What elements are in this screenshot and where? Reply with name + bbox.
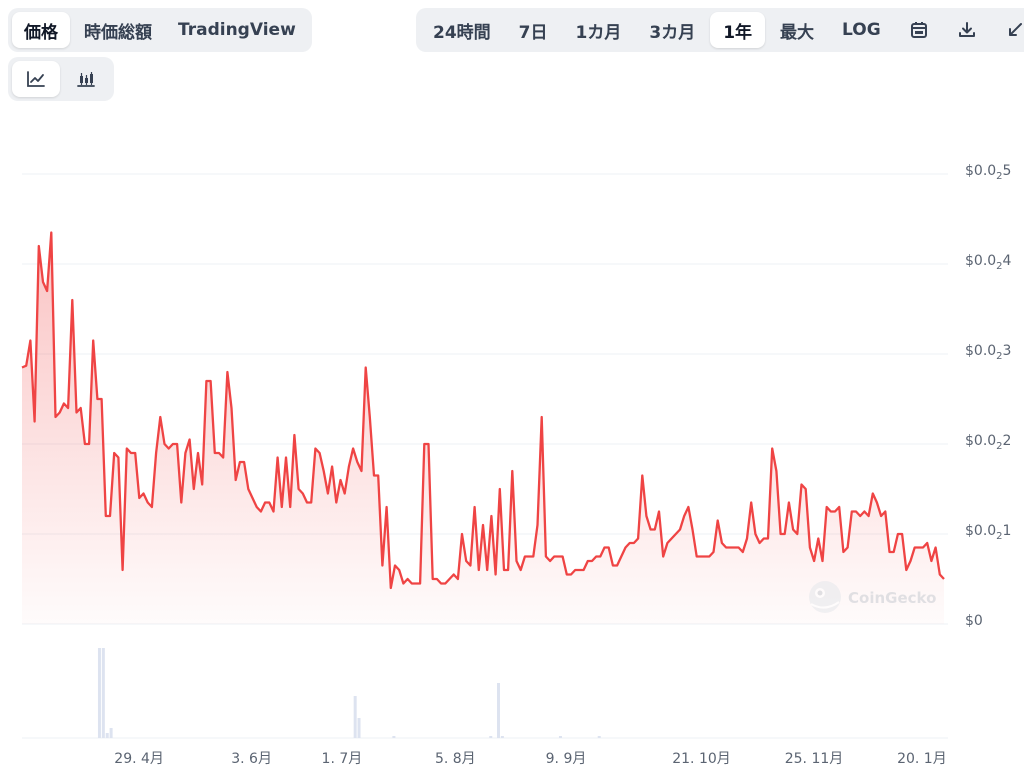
calendar-icon <box>910 22 927 38</box>
volume-bar <box>496 683 500 738</box>
calendar-button[interactable] <box>896 12 942 48</box>
time-range-tabs: 24時間 7日 1カ月 3カ月 1年 最大 LOG <box>416 8 1024 52</box>
x-axis-labels: 29. 4月 3. 6月 1. 7月 5. 8月 9. 9月 21. 10月 25. 11月… <box>114 751 947 767</box>
x-tick-label: 25. 11月 <box>785 751 844 767</box>
chart-tabs: 価格 時価総額 TradingView <box>8 8 312 52</box>
y-tick-label: $0.021 <box>965 523 1011 542</box>
line-chart-icon <box>27 71 45 87</box>
range-1m[interactable]: 1カ月 <box>563 12 635 48</box>
svg-text:CoinGecko: CoinGecko <box>848 589 936 607</box>
download-button[interactable] <box>944 12 990 48</box>
volume-bar <box>109 728 113 738</box>
range-24h[interactable]: 24時間 <box>420 12 504 48</box>
x-tick-label: 21. 10月 <box>672 751 731 767</box>
volume-bar <box>489 736 493 738</box>
x-tick-label: 5. 8月 <box>435 751 476 767</box>
volume-bar <box>500 736 504 738</box>
range-log[interactable]: LOG <box>829 12 894 48</box>
price-chart[interactable]: $0 $0.021 $0.022 $0.023 $0.024 $0.025 29. 4月 3… <box>0 0 1024 780</box>
volume-bar <box>357 718 361 738</box>
candlestick-button[interactable] <box>62 61 110 97</box>
x-tick-label: 29. 4月 <box>114 751 164 767</box>
chart-type-toggle <box>8 57 114 101</box>
y-tick-label: $0.023 <box>965 343 1011 362</box>
tab-market-cap[interactable]: 時価総額 <box>72 12 164 48</box>
volume-bar <box>597 736 601 738</box>
price-area <box>22 232 944 624</box>
y-tick-label: $0.022 <box>965 433 1011 452</box>
x-tick-label: 3. 6月 <box>231 751 272 767</box>
range-3m[interactable]: 3カ月 <box>636 12 708 48</box>
volume-bar <box>101 648 105 738</box>
volume-bar <box>97 648 101 738</box>
expand-button[interactable] <box>992 12 1024 48</box>
y-axis-labels: $0 $0.021 $0.022 $0.023 $0.024 $0.025 <box>965 163 1012 629</box>
price-line <box>21 231 945 590</box>
tab-price[interactable]: 価格 <box>12 12 70 48</box>
y-tick-label: $0.025 <box>965 163 1011 182</box>
range-max[interactable]: 最大 <box>767 12 827 48</box>
candlestick-icon <box>77 72 95 87</box>
coingecko-watermark: CoinGecko <box>809 581 936 613</box>
tab-tradingview[interactable]: TradingView <box>166 12 308 48</box>
x-tick-label: 9. 9月 <box>546 751 587 767</box>
grid-lines <box>22 173 948 739</box>
line-chart-button[interactable] <box>12 61 60 97</box>
y-tick-label: $0.024 <box>965 253 1012 272</box>
volume-bar <box>392 736 396 738</box>
range-1y[interactable]: 1年 <box>710 12 766 48</box>
range-7d[interactable]: 7日 <box>506 12 561 48</box>
volume-bar <box>353 696 357 738</box>
volume-bar <box>558 736 562 738</box>
y-tick-label: $0 <box>965 613 983 629</box>
x-tick-label: 1. 7月 <box>322 751 363 767</box>
expand-icon <box>1008 23 1022 36</box>
download-icon <box>958 22 975 37</box>
volume-bar <box>105 733 109 738</box>
volume-bars <box>97 648 601 738</box>
x-tick-label: 20. 1月 <box>897 751 947 767</box>
